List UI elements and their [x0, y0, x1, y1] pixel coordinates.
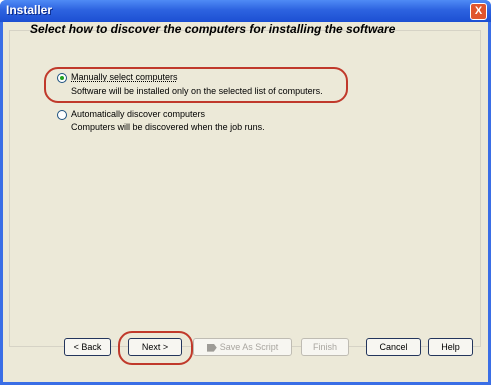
save-as-script-label: Save As Script [219, 342, 279, 352]
window-title: Installer [6, 3, 53, 17]
back-button[interactable]: < Back [64, 338, 111, 356]
page-heading: Select how to discover the computers for… [30, 22, 396, 36]
manual-select-label[interactable]: Manually select computers [71, 72, 178, 82]
auto-discover-radio[interactable] [57, 110, 67, 120]
next-button[interactable]: Next > [128, 338, 182, 356]
script-icon [206, 343, 217, 352]
cancel-button[interactable]: Cancel [366, 338, 421, 356]
finish-button[interactable]: Finish [301, 338, 349, 356]
save-as-script-button[interactable]: Save As Script [193, 338, 292, 356]
help-button[interactable]: Help [428, 338, 473, 356]
installer-window: Installer X Select how to discover the c… [0, 0, 491, 385]
manual-select-description: Software will be installed only on the s… [71, 86, 323, 96]
manual-select-radio[interactable] [57, 73, 67, 83]
close-icon[interactable]: X [470, 3, 487, 20]
title-bar[interactable]: Installer X [0, 0, 491, 22]
auto-discover-label[interactable]: Automatically discover computers [71, 109, 205, 119]
auto-discover-description: Computers will be discovered when the jo… [71, 122, 265, 132]
